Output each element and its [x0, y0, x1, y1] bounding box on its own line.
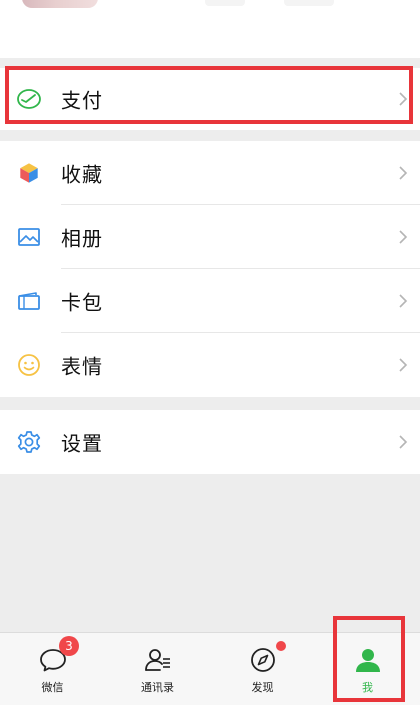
wallet-icon: [16, 86, 42, 112]
menu-item-stickers[interactable]: 表情: [0, 333, 420, 397]
menu-item-label: 收藏: [61, 162, 103, 187]
profile-header[interactable]: [0, 0, 420, 58]
menu-item-settings[interactable]: 设置: [0, 410, 420, 474]
gear-icon: [16, 429, 42, 455]
menu-item-label: 卡包: [61, 290, 103, 315]
chevron-right-icon: [399, 435, 408, 449]
menu-item-pay[interactable]: 支付: [0, 68, 420, 130]
chevron-right-icon: [399, 166, 408, 180]
menu-item-favorites[interactable]: 收藏: [0, 141, 420, 205]
chevron-right-icon: [399, 230, 408, 244]
menu-item-label: 支付: [61, 88, 103, 113]
tab-label: 微信: [41, 681, 64, 694]
menu-item-label: 设置: [61, 431, 103, 456]
menu-item-label: 相册: [61, 226, 103, 251]
card-icon: [16, 288, 42, 314]
tab-label: 发现: [251, 681, 274, 694]
cube-icon: [16, 160, 42, 186]
person-icon: [355, 649, 380, 672]
smile-icon: [16, 352, 42, 378]
tab-me[interactable]: 我: [315, 633, 420, 705]
profile-decoration: [205, 0, 245, 6]
compass-icon: [250, 648, 275, 672]
menu-item-card[interactable]: 卡包: [0, 269, 420, 333]
tab-discover[interactable]: 发现: [210, 633, 315, 705]
tab-label: 通讯录: [141, 681, 174, 694]
avatar[interactable]: [22, 0, 98, 8]
unread-badge: 3: [59, 636, 79, 656]
chevron-right-icon: [399, 358, 408, 372]
menu-item-label: 表情: [61, 354, 103, 379]
pay-group: 支付: [0, 68, 420, 130]
chevron-right-icon: [399, 294, 408, 308]
collection-group: 收藏 相册 卡包 表情: [0, 141, 420, 397]
contacts-icon: [144, 649, 170, 671]
settings-group: 设置: [0, 410, 420, 474]
tab-contacts[interactable]: 通讯录: [105, 633, 210, 705]
new-activity-dot: [276, 641, 286, 651]
image-icon: [16, 224, 42, 250]
tab-label: 我: [362, 681, 373, 694]
tab-bar: 3 微信 通讯录 发现 我: [0, 632, 420, 705]
menu-item-album[interactable]: 相册: [0, 205, 420, 269]
tab-chats[interactable]: 3 微信: [0, 633, 105, 705]
profile-decoration: [284, 0, 334, 6]
chevron-right-icon: [399, 92, 408, 106]
